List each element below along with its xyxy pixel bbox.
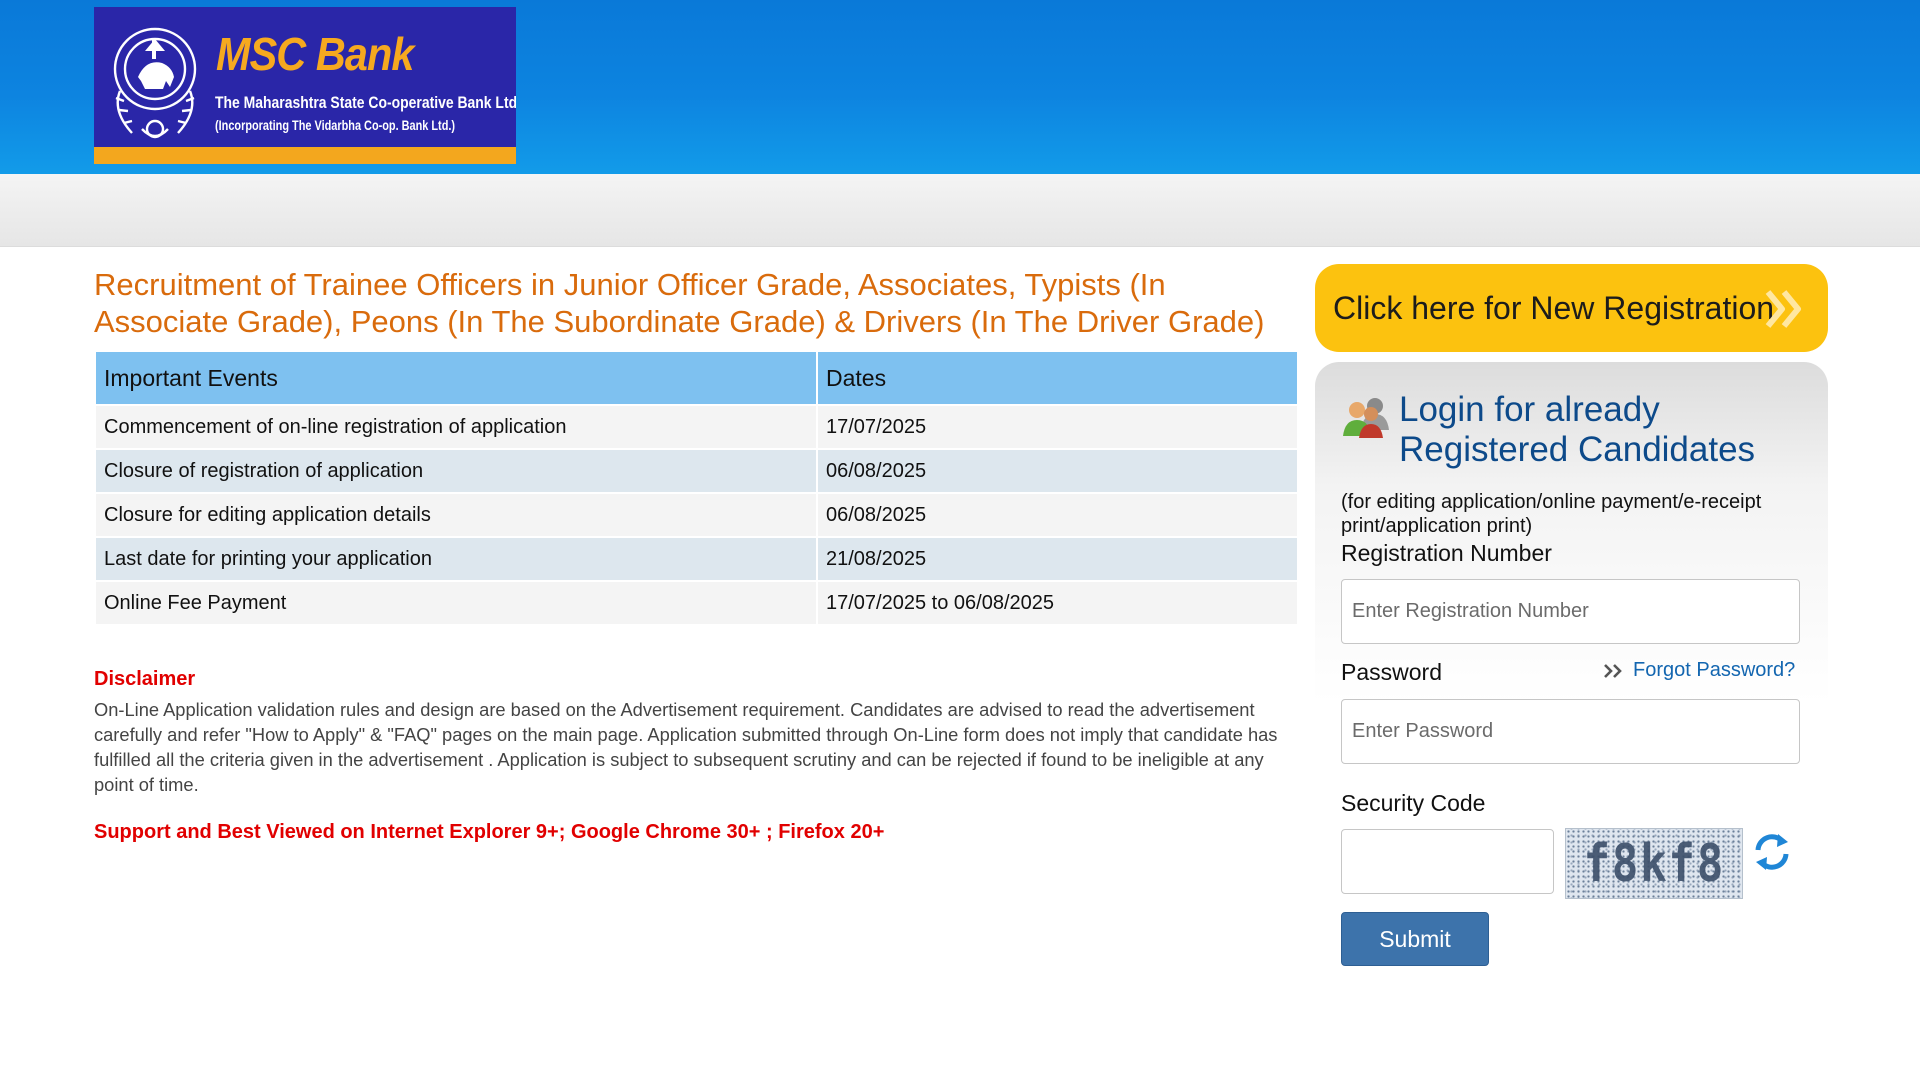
forgot-password-link[interactable]: Forgot Password? <box>1603 659 1795 682</box>
event-cell: Last date for printing your application <box>96 538 816 582</box>
security-code-input[interactable] <box>1341 829 1554 894</box>
page-header: MSC Bank The Maharashtra State Co-operat… <box>0 0 1920 174</box>
registration-number-label: Registration Number <box>1341 540 1552 566</box>
table-row: Closure for editing application details … <box>96 494 1297 538</box>
logo-bank-fullname: The Maharashtra State Co-operative Bank … <box>215 93 516 112</box>
date-cell: 06/08/2025 <box>818 450 1297 494</box>
logo-bank-incorporation: (Incorporating The Vidarbha Co-op. Bank … <box>215 117 456 133</box>
password-label: Password <box>1341 659 1442 685</box>
date-cell: 06/08/2025 <box>818 494 1297 538</box>
important-events-table: Important Events Dates Commencement of o… <box>94 352 1299 626</box>
table-row: Closure of registration of application 0… <box>96 450 1297 494</box>
registration-number-input[interactable] <box>1341 579 1800 644</box>
disclaimer-heading: Disclaimer <box>94 668 196 690</box>
login-panel: Login for already Registered Candidates … <box>1315 362 1828 982</box>
submit-button[interactable]: Submit <box>1341 912 1489 966</box>
table-row: Online Fee Payment 17/07/2025 to 06/08/2… <box>96 582 1297 626</box>
logo-bank-name: MSC Bank <box>216 28 414 80</box>
login-title: Login for already Registered Candidates <box>1399 390 1756 469</box>
disclaimer-text: On-Line Application validation rules and… <box>94 699 1278 795</box>
column-header-dates: Dates <box>818 352 1297 406</box>
password-input[interactable] <box>1341 699 1800 764</box>
logo-accent-band <box>94 147 516 164</box>
column-header-events: Important Events <box>96 352 816 406</box>
users-icon <box>1343 398 1389 438</box>
login-note: (for editing application/online payment/… <box>1341 491 1762 537</box>
date-cell: 17/07/2025 <box>818 406 1297 450</box>
event-cell: Closure of registration of application <box>96 450 816 494</box>
refresh-captcha-icon[interactable] <box>1752 832 1792 872</box>
table-header-row: Important Events Dates <box>96 352 1297 406</box>
event-cell: Closure for editing application details <box>96 494 816 538</box>
forgot-password-label: Forgot Password? <box>1633 659 1796 681</box>
event-cell: Commencement of on-line registration of … <box>96 406 816 450</box>
security-code-label: Security Code <box>1341 790 1486 816</box>
double-chevron-right-icon <box>1604 663 1622 678</box>
date-cell: 21/08/2025 <box>818 538 1297 582</box>
bank-emblem-icon <box>113 27 197 139</box>
event-cell: Online Fee Payment <box>96 582 816 626</box>
date-cell: 17/07/2025 to 06/08/2025 <box>818 582 1297 626</box>
new-registration-label: Click here for New Registration <box>1333 289 1775 326</box>
navigation-strip <box>0 174 1920 247</box>
page-title: Recruitment of Trainee Officers in Junio… <box>94 267 1265 339</box>
table-row: Last date for printing your application … <box>96 538 1297 582</box>
table-row: Commencement of on-line registration of … <box>96 406 1297 450</box>
browser-support-note: Support and Best Viewed on Internet Expl… <box>94 821 885 843</box>
captcha-image: f8kf8 <box>1565 828 1743 899</box>
captcha-text: f8kf8 <box>1583 833 1725 894</box>
new-registration-button[interactable]: Click here for New Registration <box>1315 264 1828 352</box>
msc-bank-logo[interactable]: MSC Bank The Maharashtra State Co-operat… <box>94 7 516 164</box>
double-chevron-right-icon <box>1765 290 1801 328</box>
